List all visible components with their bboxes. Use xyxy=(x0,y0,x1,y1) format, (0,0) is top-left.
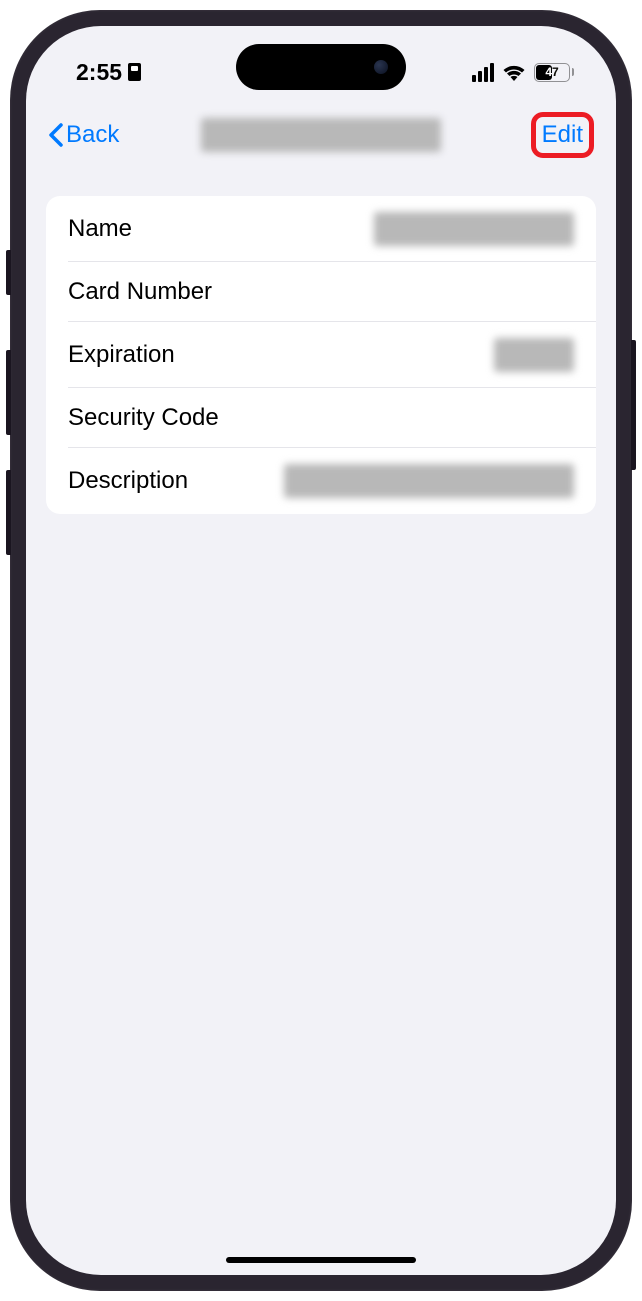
card-details-group: Name Card Number Expiration Security Cod… xyxy=(46,196,596,514)
edit-button-highlight: Edit xyxy=(531,112,594,158)
dynamic-island xyxy=(236,44,406,90)
card-number-row[interactable]: Card Number xyxy=(46,262,596,322)
status-time: 2:55 xyxy=(76,59,122,86)
back-label: Back xyxy=(66,121,119,149)
home-indicator[interactable] xyxy=(226,1257,416,1263)
battery-icon: 47 xyxy=(534,63,574,82)
expiration-row[interactable]: Expiration xyxy=(46,322,596,388)
power-button xyxy=(631,340,636,470)
back-button[interactable]: Back xyxy=(48,121,119,149)
description-label: Description xyxy=(68,467,188,495)
mute-switch xyxy=(6,250,11,295)
name-value-redacted xyxy=(374,212,574,246)
battery-level: 47 xyxy=(535,65,569,79)
expiration-value-redacted xyxy=(494,338,574,372)
volume-down-button xyxy=(6,470,11,555)
edit-button[interactable]: Edit xyxy=(542,121,583,149)
wifi-icon xyxy=(502,63,526,81)
sim-icon xyxy=(128,63,141,81)
security-code-row[interactable]: Security Code xyxy=(46,388,596,448)
nav-bar: Back Edit xyxy=(26,94,616,172)
card-number-label: Card Number xyxy=(68,278,212,306)
volume-up-button xyxy=(6,350,11,435)
screen: 2:55 47 xyxy=(26,26,616,1275)
expiration-label: Expiration xyxy=(68,341,175,369)
front-camera xyxy=(374,60,388,74)
phone-frame: 2:55 47 xyxy=(10,10,632,1291)
name-row[interactable]: Name xyxy=(46,196,596,262)
name-label: Name xyxy=(68,215,132,243)
security-code-label: Security Code xyxy=(68,404,219,432)
content-area: Name Card Number Expiration Security Cod… xyxy=(26,172,616,538)
description-value-redacted xyxy=(284,464,574,498)
page-title-redacted xyxy=(201,118,441,152)
description-row[interactable]: Description xyxy=(46,448,596,514)
chevron-left-icon xyxy=(48,123,63,147)
cellular-signal-icon xyxy=(472,63,494,82)
